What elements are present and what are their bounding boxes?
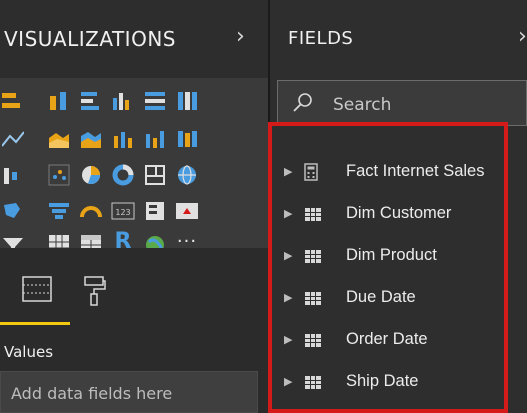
paint-roller-icon[interactable] xyxy=(84,276,106,310)
waterfall-icon[interactable] xyxy=(0,162,26,188)
fields-well-tab-icon[interactable] xyxy=(22,276,52,306)
fields-title: FIELDS xyxy=(288,28,354,49)
stacked-bar-icon[interactable] xyxy=(0,88,26,114)
add-fields-placeholder: Add data fields here xyxy=(11,384,173,403)
stacked-column-icon[interactable] xyxy=(46,88,72,114)
gauge-icon[interactable] xyxy=(78,198,104,224)
collapse-fields-chevron-icon[interactable]: › xyxy=(518,24,527,49)
clustered-bar-icon[interactable] xyxy=(78,88,104,114)
multi-row-card-icon[interactable] xyxy=(142,198,168,224)
area-chart-icon[interactable] xyxy=(46,126,72,152)
clustered-column-icon[interactable] xyxy=(110,88,136,114)
100-stacked-bar-icon[interactable] xyxy=(142,88,168,114)
values-drop-zone[interactable]: Add data fields here xyxy=(0,371,258,413)
visualizations-pane: VISUALIZATIONS › 123 R ··· Values Add da… xyxy=(0,0,268,413)
scatter-icon[interactable] xyxy=(46,162,72,188)
power-bi-panes: VISUALIZATIONS › 123 R ··· Values Add da… xyxy=(0,0,527,413)
fields-highlight-box xyxy=(268,122,508,413)
donut-chart-icon[interactable] xyxy=(110,162,136,188)
line-chart-icon[interactable] xyxy=(0,126,26,152)
svg-text:123: 123 xyxy=(115,208,130,217)
values-label: Values xyxy=(4,343,54,361)
active-tab-underline xyxy=(0,322,70,325)
funnel-icon[interactable] xyxy=(46,198,72,224)
100-stacked-column-icon[interactable] xyxy=(174,88,200,114)
search-icon xyxy=(292,92,314,118)
card-icon[interactable]: 123 xyxy=(110,198,136,224)
visualizations-header: VISUALIZATIONS › xyxy=(0,0,268,78)
ribbon-chart-icon[interactable] xyxy=(174,126,200,152)
treemap-icon[interactable] xyxy=(142,162,168,188)
search-placeholder: Search xyxy=(333,95,392,115)
filled-map-icon[interactable] xyxy=(0,198,26,224)
visualization-gallery: 123 R ··· xyxy=(0,78,268,255)
map-icon[interactable] xyxy=(174,162,200,188)
visualizations-title: VISUALIZATIONS xyxy=(4,27,176,51)
pie-chart-icon[interactable] xyxy=(78,162,104,188)
stacked-area-icon[interactable] xyxy=(78,126,104,152)
kpi-icon[interactable] xyxy=(174,198,200,224)
line-column-icon[interactable] xyxy=(110,126,136,152)
collapse-visualizations-chevron-icon[interactable]: › xyxy=(236,24,245,49)
search-input[interactable]: Search xyxy=(277,80,527,126)
line-clustered-column-icon[interactable] xyxy=(142,126,168,152)
